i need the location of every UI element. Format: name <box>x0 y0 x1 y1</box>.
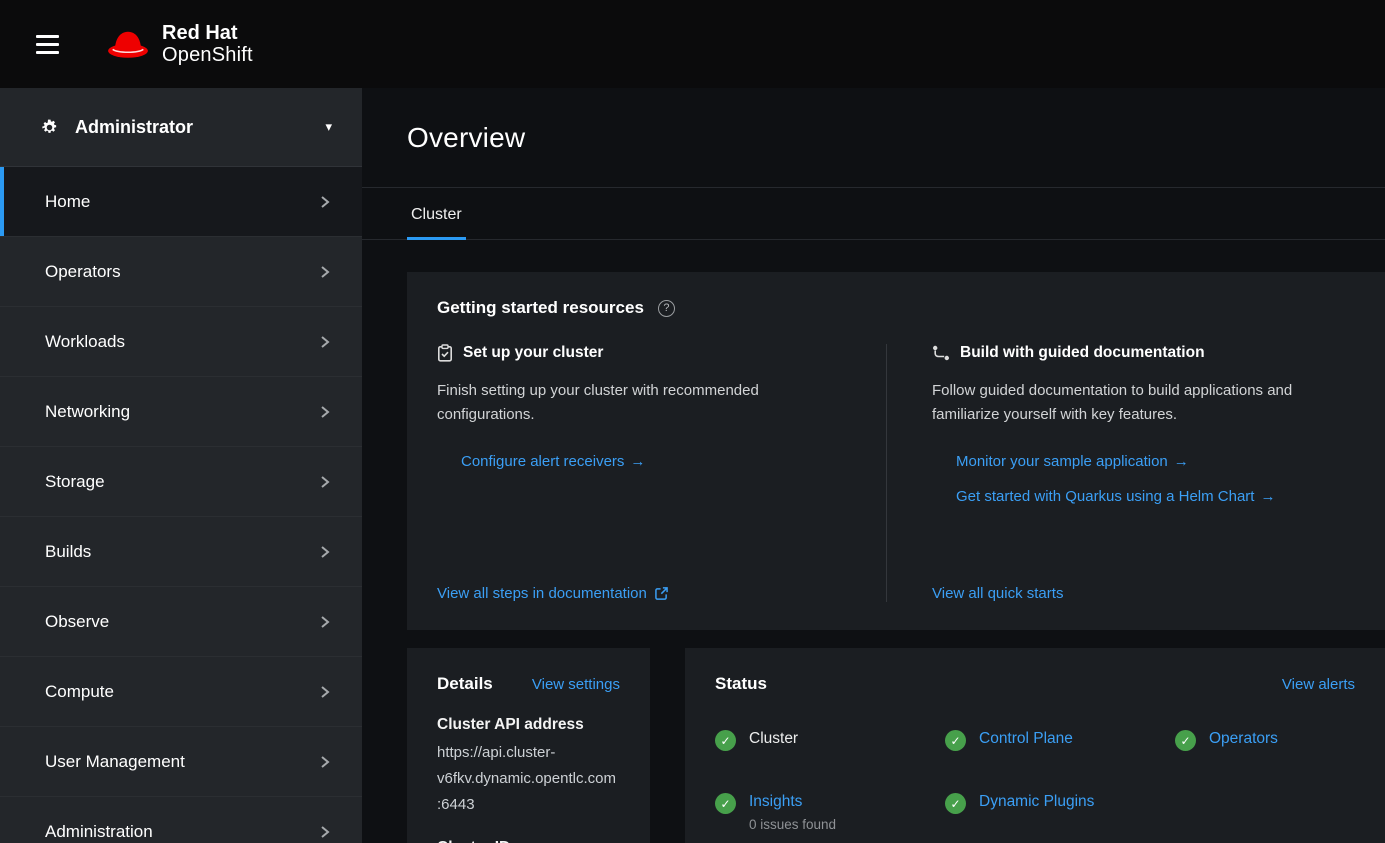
status-cluster-label: Cluster <box>749 730 798 748</box>
content-area: Getting started resources ? Set up your … <box>362 240 1385 843</box>
chevron-right-icon <box>319 404 330 420</box>
brand-line1: Red Hat <box>162 22 253 44</box>
redhat-hat-icon <box>105 27 151 61</box>
sidebar-nav: Home Operators Workloads Networking Stor… <box>0 167 362 843</box>
sidebar-item-administration[interactable]: Administration <box>0 797 362 843</box>
view-alerts-link[interactable]: View alerts <box>1282 676 1355 693</box>
status-card: Status View alerts ✓ Cluster ✓ Control P… <box>685 648 1385 843</box>
chevron-right-icon <box>319 614 330 630</box>
check-circle-icon: ✓ <box>945 793 966 814</box>
quarkus-helm-chart-link[interactable]: Get started with Quarkus using a Helm Ch… <box>956 488 1352 505</box>
masthead: Red Hat OpenShift <box>0 0 1385 88</box>
setup-cluster-heading: Set up your cluster <box>463 344 603 362</box>
help-icon[interactable]: ? <box>658 300 675 317</box>
nav-toggle-button[interactable] <box>30 29 65 60</box>
sidebar-item-user-management[interactable]: User Management <box>0 727 362 797</box>
perspective-switcher[interactable]: Administrator ▾ <box>0 88 362 167</box>
dynamic-plugins-link[interactable]: Dynamic Plugins <box>979 793 1094 811</box>
sidebar-item-observe[interactable]: Observe <box>0 587 362 657</box>
arrow-right-icon: → <box>1174 453 1189 470</box>
guided-documentation-section: Build with guided documentation Follow g… <box>887 344 1362 602</box>
operators-link[interactable]: Operators <box>1209 730 1278 748</box>
tab-cluster[interactable]: Cluster <box>407 194 466 239</box>
configure-alert-receivers-link[interactable]: Configure alert receivers→ <box>461 453 856 470</box>
arrow-right-icon: → <box>630 453 645 470</box>
gear-icon <box>40 118 59 137</box>
view-all-quick-starts-link[interactable]: View all quick starts <box>932 585 1352 602</box>
hamburger-icon <box>36 35 59 38</box>
monitor-sample-application-link[interactable]: Monitor your sample application→ <box>956 453 1352 470</box>
page-header: Overview <box>362 88 1385 188</box>
chevron-right-icon <box>319 684 330 700</box>
chevron-right-icon <box>319 334 330 350</box>
page-title: Overview <box>407 122 525 154</box>
getting-started-card: Getting started resources ? Set up your … <box>407 272 1385 630</box>
details-card: Details View settings Cluster API addres… <box>407 648 650 843</box>
sidebar-item-workloads[interactable]: Workloads <box>0 307 362 377</box>
chevron-right-icon <box>319 194 330 210</box>
check-circle-icon: ✓ <box>1175 730 1196 751</box>
status-item-control-plane: ✓ Control Plane <box>945 730 1175 751</box>
guided-documentation-heading: Build with guided documentation <box>960 344 1205 362</box>
status-item-dynamic-plugins: ✓ Dynamic Plugins <box>945 793 1175 832</box>
chevron-right-icon <box>319 264 330 280</box>
insights-link[interactable]: Insights <box>749 793 802 810</box>
chevron-right-icon <box>319 474 330 490</box>
view-settings-link[interactable]: View settings <box>532 676 620 693</box>
check-circle-icon: ✓ <box>945 730 966 751</box>
view-all-steps-link[interactable]: View all steps in documentation <box>437 585 856 602</box>
chevron-right-icon <box>319 544 330 560</box>
status-title: Status <box>715 674 767 694</box>
setup-cluster-section: Set up your cluster Finish setting up yo… <box>437 344 886 602</box>
getting-started-title: Getting started resources <box>437 298 644 318</box>
setup-cluster-description: Finish setting up your cluster with reco… <box>437 379 837 427</box>
cluster-api-address-value: https://api.cluster-v6fkv.dynamic.opentl… <box>437 740 620 817</box>
arrow-right-icon: → <box>1260 488 1275 505</box>
chevron-right-icon <box>319 824 330 840</box>
tab-bar: Cluster <box>362 188 1385 240</box>
brand-logo: Red Hat OpenShift <box>105 22 253 66</box>
sidebar-item-compute[interactable]: Compute <box>0 657 362 727</box>
control-plane-link[interactable]: Control Plane <box>979 730 1073 748</box>
check-circle-icon: ✓ <box>715 730 736 751</box>
sidebar: Administrator ▾ Home Operators Workloads… <box>0 88 362 843</box>
status-item-cluster: ✓ Cluster <box>715 730 945 751</box>
cluster-api-address-field: Cluster API address https://api.cluster-… <box>437 716 620 817</box>
status-item-operators: ✓ Operators <box>1175 730 1385 751</box>
external-link-icon <box>655 587 668 600</box>
details-title: Details <box>437 674 493 694</box>
sidebar-item-storage[interactable]: Storage <box>0 447 362 517</box>
insights-issues-count: 0 issues found <box>749 817 836 832</box>
main-content: Overview Cluster Getting started resourc… <box>362 88 1385 843</box>
chevron-right-icon <box>319 754 330 770</box>
clipboard-check-icon <box>437 344 453 362</box>
sidebar-item-networking[interactable]: Networking <box>0 377 362 447</box>
check-circle-icon: ✓ <box>715 793 736 814</box>
getting-started-header: Getting started resources ? <box>437 298 1362 318</box>
sidebar-item-builds[interactable]: Builds <box>0 517 362 587</box>
cluster-id-field: Cluster ID <box>437 839 620 843</box>
perspective-label: Administrator <box>75 117 325 138</box>
sidebar-item-home[interactable]: Home <box>0 167 362 237</box>
caret-down-icon: ▾ <box>325 119 332 135</box>
sidebar-item-operators[interactable]: Operators <box>0 237 362 307</box>
status-item-insights: ✓ Insights 0 issues found <box>715 793 945 832</box>
brand-line2: OpenShift <box>162 44 253 66</box>
guided-documentation-description: Follow guided documentation to build app… <box>932 379 1332 427</box>
guided-docs-icon <box>932 345 950 361</box>
